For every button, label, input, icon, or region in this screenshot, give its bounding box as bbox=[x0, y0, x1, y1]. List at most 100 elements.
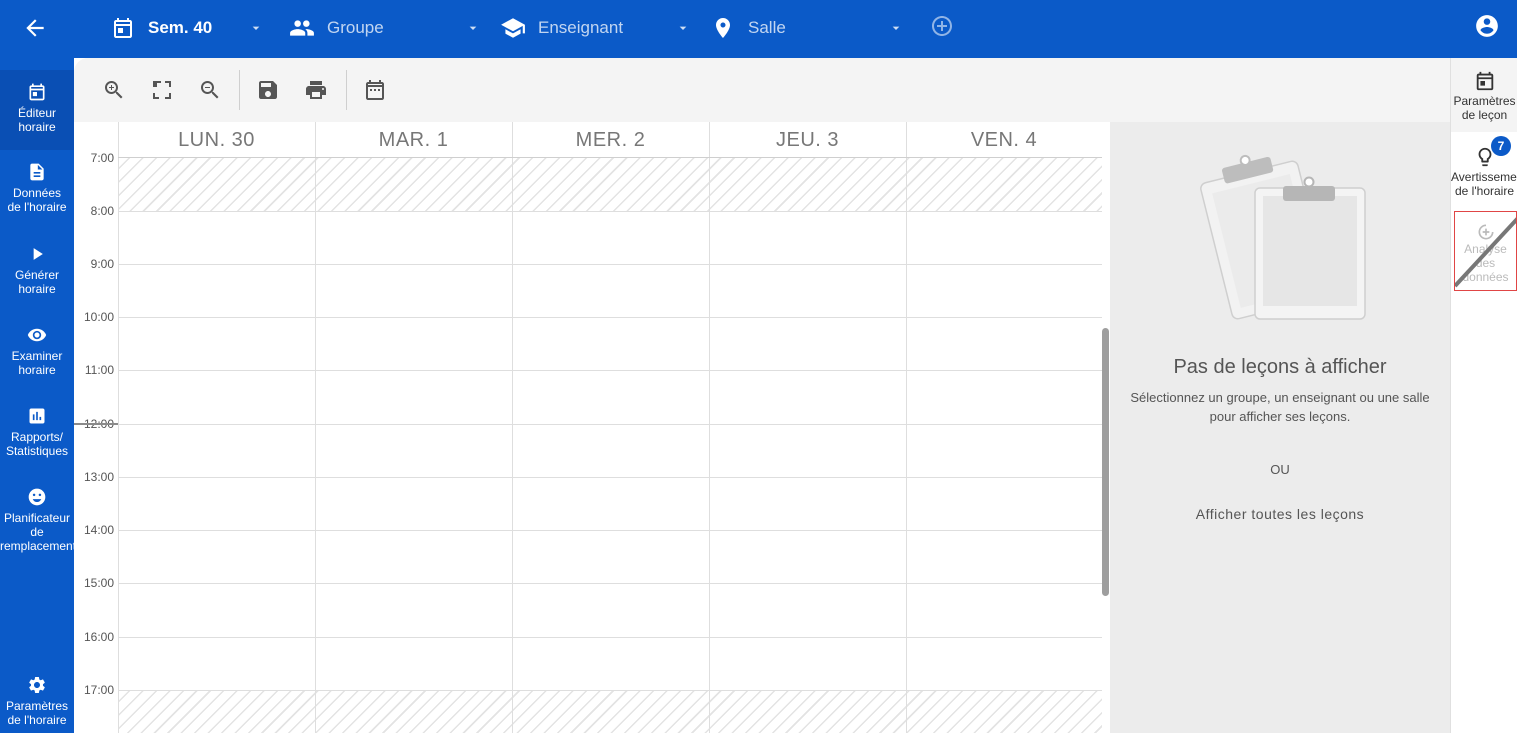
chevron-down-icon bbox=[252, 26, 260, 30]
nav-label: Planificateur de remplacement bbox=[0, 511, 74, 553]
calendar-icon[interactable] bbox=[363, 78, 387, 102]
fit-screen-icon[interactable] bbox=[150, 78, 174, 102]
add-circle-icon[interactable] bbox=[930, 14, 954, 38]
calendar-toolbar bbox=[74, 58, 1450, 122]
group-placeholder: Groupe bbox=[327, 18, 384, 37]
time-label: 9:00 bbox=[90, 257, 114, 271]
nav-schedule-settings[interactable]: Paramètres de l'horaire bbox=[0, 675, 74, 733]
teacher-selector[interactable]: Enseignant bbox=[500, 11, 691, 45]
week-calendar: LUN. 30 MAR. 1 MER. 2 JEU. 3 VEN. 4 7:00… bbox=[74, 122, 1110, 733]
chevron-down-icon bbox=[679, 26, 687, 30]
top-app-bar: Sem. 40 Groupe Enseignant Salle bbox=[0, 0, 1517, 58]
room-placeholder: Salle bbox=[748, 18, 786, 37]
empty-state-title: Pas de leçons à afficher bbox=[1173, 356, 1387, 378]
day-header: MAR. 1 bbox=[378, 129, 449, 151]
day-header: MER. 2 bbox=[575, 129, 646, 151]
nav-label: Rapports/ Statistiques bbox=[5, 430, 69, 458]
face-icon bbox=[28, 488, 46, 506]
data-analysis-tab[interactable]: Analyse des données bbox=[1454, 211, 1517, 291]
toolbar-divider bbox=[239, 70, 240, 110]
school-icon bbox=[500, 15, 526, 41]
group-selector[interactable]: Groupe bbox=[289, 11, 481, 45]
empty-state-description: Sélectionnez un groupe, un enseignant ou… bbox=[1130, 390, 1430, 424]
grid-line bbox=[709, 122, 710, 733]
clipboard-illustration-icon bbox=[1200, 154, 1366, 320]
hour-line bbox=[118, 477, 1102, 478]
or-separator: OU bbox=[1270, 462, 1290, 477]
time-label: 8:00 bbox=[90, 204, 114, 218]
calendar-scrollbar[interactable] bbox=[1102, 328, 1109, 596]
schedule-warnings-label: Avertissements de l'horaire bbox=[1451, 170, 1517, 198]
group-icon bbox=[289, 15, 315, 41]
grid-line bbox=[118, 122, 119, 733]
disabled-strike-icon bbox=[1455, 217, 1516, 288]
hour-line bbox=[118, 530, 1102, 531]
nav-label: Générer horaire bbox=[14, 268, 60, 296]
back-arrow-icon[interactable] bbox=[22, 15, 48, 41]
document-icon bbox=[30, 163, 44, 181]
print-icon[interactable] bbox=[304, 78, 328, 102]
header-divider bbox=[118, 157, 1102, 158]
nav-label: Éditeur horaire bbox=[17, 106, 57, 134]
time-label: 10:00 bbox=[83, 310, 114, 324]
unavailable-period bbox=[118, 690, 1102, 733]
nav-reports-statistics[interactable]: Rapports/ Statistiques bbox=[0, 406, 74, 476]
day-header: JEU. 3 bbox=[775, 129, 840, 151]
main-nav-sidebar: Éditeur horaire Données de l'horaire Gén… bbox=[0, 58, 74, 733]
time-label: 11:00 bbox=[84, 363, 114, 377]
chevron-down-icon bbox=[892, 26, 900, 30]
play-icon bbox=[33, 248, 43, 260]
save-icon[interactable] bbox=[256, 78, 280, 102]
hour-line bbox=[118, 690, 1102, 691]
week-label: Sem. 40 bbox=[148, 18, 213, 37]
right-tool-panel: Paramètres de leçon Avertissements de l'… bbox=[1450, 58, 1517, 733]
grid-line bbox=[512, 122, 513, 733]
hour-line bbox=[118, 211, 1102, 212]
nav-review-schedule[interactable]: Examiner horaire bbox=[0, 325, 74, 395]
hour-line bbox=[118, 583, 1102, 584]
account-circle-icon[interactable] bbox=[1474, 13, 1500, 39]
time-label: 7:00 bbox=[90, 151, 114, 165]
day-header: VEN. 4 bbox=[970, 129, 1038, 151]
unavailable-period bbox=[118, 157, 1102, 211]
calendar-today-icon bbox=[1476, 71, 1493, 91]
schedule-warnings-tab[interactable]: Avertissements de l'horaire bbox=[1451, 146, 1517, 204]
calendar-today-icon bbox=[29, 83, 45, 101]
time-label: 16:00 bbox=[83, 630, 114, 644]
zoom-in-icon[interactable] bbox=[102, 78, 126, 102]
day-header: LUN. 30 bbox=[178, 129, 255, 151]
toolbar-divider bbox=[346, 70, 347, 110]
hour-line bbox=[118, 637, 1102, 638]
nav-label: Paramètres de l'horaire bbox=[5, 699, 69, 727]
hour-line bbox=[118, 424, 1102, 425]
show-all-lessons-button[interactable]: Afficher toutes les leçons bbox=[1180, 506, 1380, 522]
lessons-panel: Pas de leçons à afficher Sélectionnez un… bbox=[1110, 122, 1450, 733]
lesson-parameters-tab[interactable]: Paramètres de leçon bbox=[1451, 58, 1517, 132]
chart-icon bbox=[29, 408, 45, 424]
zoom-out-icon[interactable] bbox=[198, 78, 222, 102]
location-pin-icon bbox=[710, 15, 736, 41]
lesson-parameters-label: Paramètres de leçon bbox=[1453, 94, 1516, 122]
hour-line bbox=[118, 370, 1102, 371]
week-selector[interactable]: Sem. 40 bbox=[110, 11, 264, 45]
teacher-placeholder: Enseignant bbox=[538, 18, 624, 37]
grid-line bbox=[315, 122, 316, 733]
gear-icon bbox=[29, 677, 45, 693]
current-time-marker bbox=[74, 423, 118, 425]
hour-line bbox=[118, 264, 1102, 265]
nav-label: Données de l'horaire bbox=[7, 186, 67, 214]
nav-schedule-data[interactable]: Données de l'horaire bbox=[0, 162, 74, 232]
time-label: 15:00 bbox=[83, 576, 114, 590]
calendar-icon bbox=[110, 15, 136, 41]
nav-schedule-editor[interactable]: Éditeur horaire bbox=[0, 70, 74, 150]
room-selector[interactable]: Salle bbox=[710, 11, 904, 45]
time-label: 14:00 bbox=[83, 523, 114, 537]
nav-substitute-planner[interactable]: Planificateur de remplacement bbox=[0, 487, 74, 567]
grid-line bbox=[906, 122, 907, 733]
nav-generate-schedule[interactable]: Générer horaire bbox=[0, 244, 74, 314]
nav-label: Examiner horaire bbox=[11, 349, 63, 377]
chevron-down-icon bbox=[469, 26, 477, 30]
eye-icon bbox=[27, 328, 47, 342]
time-label: 17:00 bbox=[83, 683, 114, 697]
time-label: 13:00 bbox=[83, 470, 114, 484]
